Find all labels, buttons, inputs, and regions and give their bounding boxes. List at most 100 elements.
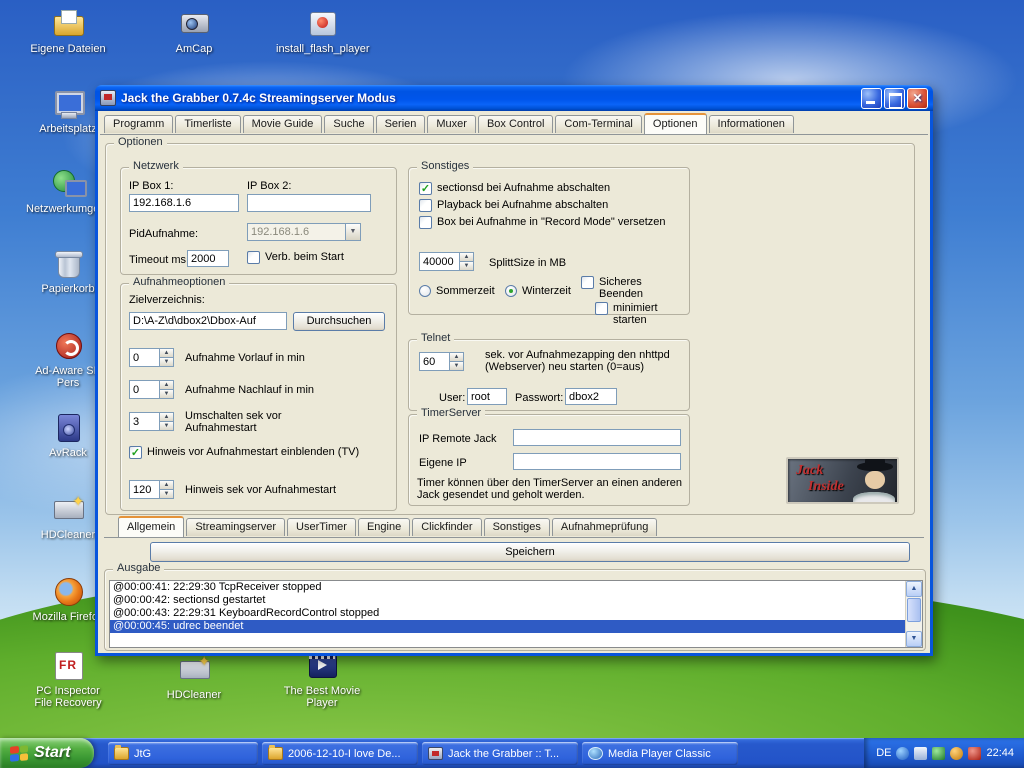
tab-optionen[interactable]: Optionen	[644, 113, 707, 134]
taskbar-task-2006-folder[interactable]: 2006-12-10-I love De...	[262, 742, 418, 765]
zielverzeichnis-input[interactable]	[129, 312, 287, 330]
ip-remote-input[interactable]	[513, 429, 681, 446]
tab-muxer[interactable]: Muxer	[427, 115, 476, 133]
tab-timerliste[interactable]: Timerliste	[175, 115, 240, 133]
sectionsd-row[interactable]: sectionsd bei Aufnahme abschalten	[419, 182, 610, 195]
tray-status-icon[interactable]	[968, 747, 981, 760]
desktop-icon-amcap[interactable]: AmCap	[152, 6, 236, 55]
log-line[interactable]: @00:00:43: 22:29:31 KeyboardRecordContro…	[110, 607, 922, 620]
umschalten-spinner[interactable]	[129, 412, 174, 431]
scroll-up-icon[interactable]	[906, 581, 922, 597]
taskbar-clock[interactable]: 22:44	[986, 747, 1014, 759]
subtab-sonstiges[interactable]: Sonstiges	[484, 518, 550, 536]
taskbar-task-media-player-classic[interactable]: Media Player Classic	[582, 742, 738, 765]
tab-box-control[interactable]: Box Control	[478, 115, 553, 133]
subtab-aufnahmepruefung[interactable]: Aufnahmeprüfung	[552, 518, 657, 536]
sectionsd-checkbox[interactable]	[419, 182, 432, 195]
maximize-button[interactable]	[884, 88, 905, 109]
spin-up-icon[interactable]	[449, 352, 464, 362]
passwort-input[interactable]	[565, 388, 617, 405]
desktop-icon-best-movie-player[interactable]: The Best Movie Player	[276, 648, 368, 709]
splitsize-input[interactable]	[419, 252, 459, 271]
record-mode-row[interactable]: Box bei Aufnahme in "Record Mode" verset…	[419, 216, 666, 229]
desktop-icon-pc-inspector[interactable]: FR PC Inspector File Recovery	[26, 648, 110, 709]
spin-up-icon[interactable]	[159, 380, 174, 390]
scroll-thumb[interactable]	[907, 598, 921, 622]
speichern-button[interactable]: Speichern	[150, 542, 910, 562]
log-line[interactable]: @00:00:42: sectionsd gestartet	[110, 594, 922, 607]
close-button[interactable]	[907, 88, 928, 109]
start-button[interactable]: Start	[0, 738, 94, 768]
sommerzeit-row[interactable]: Sommerzeit	[419, 285, 495, 297]
tray-network-icon[interactable]	[896, 747, 909, 760]
log-scrollbar[interactable]	[905, 581, 922, 647]
spin-down-icon[interactable]	[449, 362, 464, 371]
subtab-engine[interactable]: Engine	[358, 518, 410, 536]
tab-movie-guide[interactable]: Movie Guide	[243, 115, 323, 133]
tray-display-icon[interactable]	[914, 747, 927, 760]
desktop-icon-hdcleaner-2[interactable]: HDCleaner	[152, 652, 236, 701]
log-output-list[interactable]: @00:00:41: 22:29:30 TcpReceiver stopped …	[109, 580, 923, 648]
verb-beim-start-checkbox[interactable]	[247, 251, 260, 264]
desktop-icon-install-flash-player[interactable]: install_flash_player	[276, 6, 368, 55]
splitsize-spinner[interactable]	[419, 252, 474, 271]
user-input[interactable]	[467, 388, 507, 405]
tab-com-terminal[interactable]: Com-Terminal	[555, 115, 641, 133]
hinweis-sek-spinner[interactable]	[129, 480, 174, 499]
spin-down-icon[interactable]	[459, 262, 474, 271]
spin-down-icon[interactable]	[159, 358, 174, 367]
eigene-ip-input[interactable]	[513, 453, 681, 470]
durchsuchen-button[interactable]: Durchsuchen	[293, 312, 385, 331]
hinweis-row[interactable]: Hinweis vor Aufnahmestart einblenden (TV…	[129, 446, 381, 459]
winterzeit-row[interactable]: Winterzeit	[505, 285, 571, 297]
minimize-button[interactable]	[861, 88, 882, 109]
subtab-streamingserver[interactable]: Streamingserver	[186, 518, 285, 536]
window-titlebar[interactable]: Jack the Grabber 0.7.4c Streamingserver …	[95, 85, 933, 111]
spin-up-icon[interactable]	[459, 252, 474, 262]
spin-down-icon[interactable]	[159, 490, 174, 499]
subtab-allgemein[interactable]: Allgemein	[118, 516, 184, 537]
playback-checkbox[interactable]	[419, 199, 432, 212]
record-mode-checkbox[interactable]	[419, 216, 432, 229]
spin-down-icon[interactable]	[159, 422, 174, 431]
vorlauf-spinner[interactable]	[129, 348, 174, 367]
scroll-down-icon[interactable]	[906, 631, 922, 647]
minimiert-checkbox[interactable]	[595, 302, 608, 315]
vorlauf-input[interactable]	[129, 348, 159, 367]
nachlauf-input[interactable]	[129, 380, 159, 399]
sicheres-beenden-checkbox[interactable]	[581, 276, 594, 289]
spin-up-icon[interactable]	[159, 480, 174, 490]
verb-beim-start-row[interactable]: Verb. beim Start	[247, 251, 344, 264]
log-line-selected[interactable]: @00:00:45: udrec beendet	[110, 620, 922, 633]
playback-row[interactable]: Playback bei Aufnahme abschalten	[419, 199, 608, 212]
winterzeit-radio[interactable]	[505, 285, 517, 297]
ip-box1-input[interactable]	[129, 194, 239, 212]
subtab-usertimer[interactable]: UserTimer	[287, 518, 356, 536]
tab-informationen[interactable]: Informationen	[709, 115, 794, 133]
nachlauf-spinner[interactable]	[129, 380, 174, 399]
telnet-sek-input[interactable]	[419, 352, 449, 371]
minimiert-row[interactable]: minimiert starten	[595, 302, 689, 326]
spin-up-icon[interactable]	[159, 348, 174, 358]
timeout-input[interactable]	[187, 250, 229, 267]
sommerzeit-radio[interactable]	[419, 285, 431, 297]
desktop-icon-eigene-dateien[interactable]: Eigene Dateien	[26, 6, 110, 55]
log-line[interactable]: @00:00:41: 22:29:30 TcpReceiver stopped	[110, 581, 922, 594]
combo-dropdown-icon[interactable]	[345, 224, 360, 240]
tab-programm[interactable]: Programm	[104, 115, 173, 133]
ip-box2-input[interactable]	[247, 194, 371, 212]
umschalten-input[interactable]	[129, 412, 159, 431]
spin-down-icon[interactable]	[159, 390, 174, 399]
subtab-clickfinder[interactable]: Clickfinder	[412, 518, 481, 536]
tray-shield-icon[interactable]	[932, 747, 945, 760]
pid-aufnahme-combo[interactable]: 192.168.1.6	[247, 223, 361, 241]
tab-serien[interactable]: Serien	[376, 115, 426, 133]
hinweis-sek-input[interactable]	[129, 480, 159, 499]
language-indicator[interactable]: DE	[876, 747, 891, 759]
telnet-sek-spinner[interactable]	[419, 352, 464, 371]
hinweis-checkbox[interactable]	[129, 446, 142, 459]
tray-volume-icon[interactable]	[950, 747, 963, 760]
sicheres-beenden-row[interactable]: Sicheres Beenden	[581, 276, 681, 300]
spin-up-icon[interactable]	[159, 412, 174, 422]
taskbar-task-jtg[interactable]: JtG	[108, 742, 258, 765]
